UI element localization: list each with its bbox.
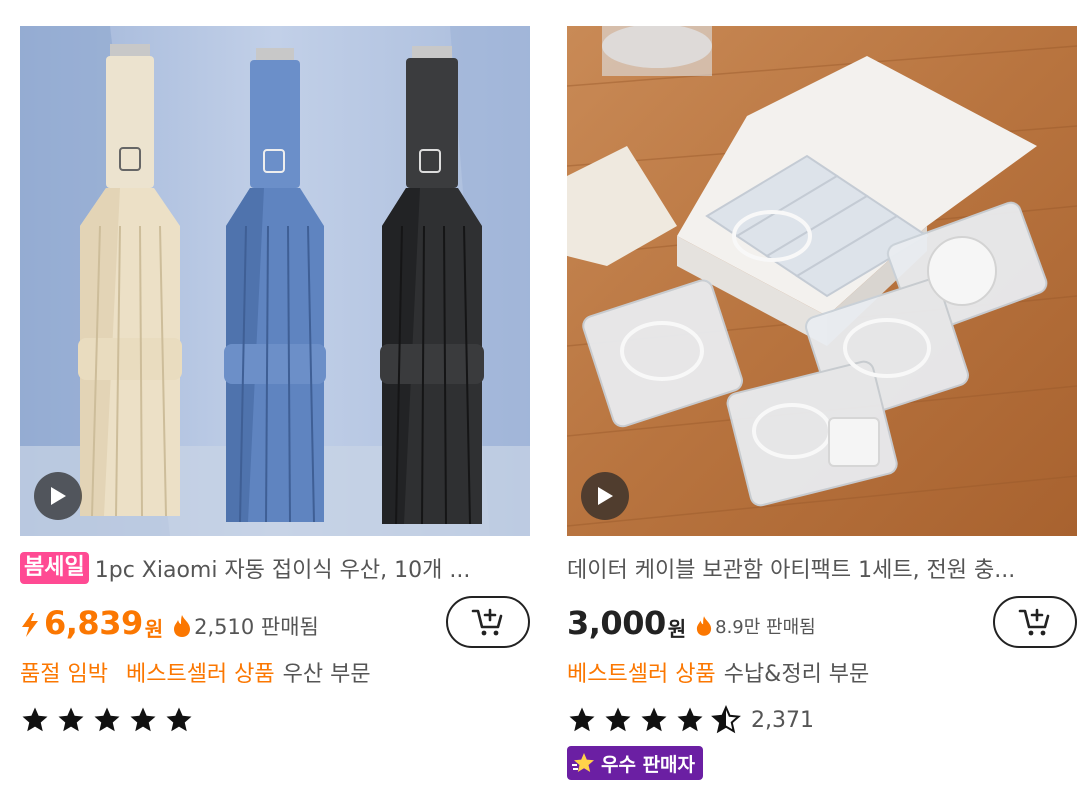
add-to-cart-button[interactable] bbox=[446, 596, 530, 648]
star-icon bbox=[94, 707, 120, 732]
seller-badge-label: 우수 판매자 bbox=[601, 753, 696, 776]
bestseller-label: 베스트셀러 상품 bbox=[567, 662, 716, 687]
product-info-row: 베스트셀러 상품 수납&정리 부문 bbox=[567, 654, 869, 690]
price-row: 3,000 원 8.9만 판매됨 bbox=[567, 600, 816, 646]
rating-stars bbox=[20, 702, 200, 738]
product-title[interactable]: 데이터 케이블 보관함 아티팩트 1세트, 전원 충... bbox=[567, 552, 1015, 584]
sale-tag: 봄세일 bbox=[20, 552, 89, 584]
star-icon bbox=[605, 707, 631, 732]
low-stock-label: 품절 임박 bbox=[20, 662, 108, 687]
star-badge-icon bbox=[572, 753, 594, 772]
add-to-cart-button[interactable] bbox=[993, 596, 1077, 648]
add-cart-icon bbox=[471, 608, 503, 636]
product-card[interactable]: 데이터 케이블 보관함 아티팩트 1세트, 전원 충... 3,000 원 8.… bbox=[567, 26, 1077, 780]
half-star-icon bbox=[711, 705, 741, 734]
product-image[interactable] bbox=[567, 26, 1077, 536]
product-price: 6,839 bbox=[44, 604, 143, 642]
price-currency: 원 bbox=[144, 616, 164, 641]
product-image[interactable] bbox=[20, 26, 530, 536]
star-icon bbox=[641, 707, 667, 732]
star-icon bbox=[677, 707, 703, 732]
star-icon bbox=[130, 707, 156, 732]
rating-stars: 2,371 bbox=[567, 702, 814, 738]
flame-icon bbox=[697, 616, 712, 636]
product-title-row[interactable]: 데이터 케이블 보관함 아티팩트 1세트, 전원 충... bbox=[567, 550, 1077, 586]
sold-text: 8.9만 판매됨 bbox=[715, 617, 816, 638]
price-currency: 원 bbox=[667, 616, 687, 641]
sold-count: 2,510 판매됨 bbox=[173, 611, 319, 641]
lightning-icon bbox=[22, 613, 38, 637]
play-video-button[interactable] bbox=[581, 472, 629, 520]
add-cart-icon bbox=[1018, 608, 1050, 636]
product-title[interactable]: 1pc Xiaomi 자동 접이식 우산, 10개 ... bbox=[95, 552, 471, 584]
flame-icon bbox=[174, 615, 191, 637]
bestseller-label: 베스트셀러 상품 bbox=[125, 662, 275, 687]
star-icon bbox=[58, 707, 84, 732]
star-icon bbox=[22, 707, 48, 732]
product-price: 3,000 bbox=[567, 604, 666, 642]
category-label: 수납&정리 부문 bbox=[723, 662, 870, 687]
top-seller-badge: 우수 판매자 bbox=[567, 746, 704, 780]
rating-count[interactable]: 2,371 bbox=[751, 708, 814, 733]
price-row: 6,839 원 2,510 판매됨 bbox=[20, 600, 319, 646]
play-icon bbox=[51, 487, 66, 505]
product-title-row[interactable]: 봄세일 1pc Xiaomi 자동 접이식 우산, 10개 ... bbox=[20, 550, 530, 586]
play-video-button[interactable] bbox=[34, 472, 82, 520]
play-icon bbox=[598, 487, 613, 505]
sold-count: 8.9만 판매됨 bbox=[696, 613, 816, 639]
product-info-row: 품절 임박 베스트셀러 상품 우산 부문 bbox=[20, 654, 371, 690]
star-icon bbox=[569, 707, 595, 732]
category-label: 우산 부문 bbox=[282, 662, 371, 687]
sold-text: 2,510 판매됨 bbox=[194, 615, 319, 639]
product-card[interactable]: 봄세일 1pc Xiaomi 자동 접이식 우산, 10개 ... 6,839 … bbox=[20, 26, 530, 732]
star-icon bbox=[166, 707, 192, 732]
